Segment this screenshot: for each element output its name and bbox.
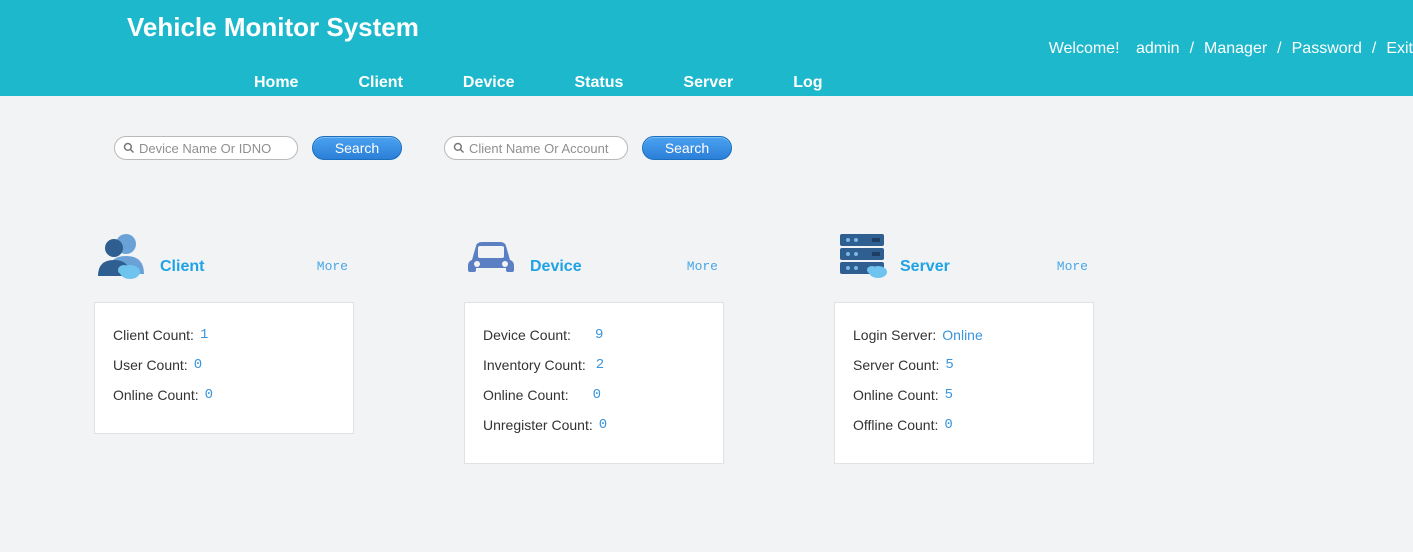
- nav-log[interactable]: Log: [793, 74, 822, 92]
- client-online-value: 0: [205, 387, 213, 403]
- user-bar: Welcome! admin / Manager / Password / Ex…: [1049, 40, 1413, 58]
- client-online-label: Online Count:: [113, 387, 199, 403]
- welcome-text: Welcome!: [1049, 40, 1120, 58]
- password-link[interactable]: Password: [1292, 40, 1362, 58]
- server-online-value: 5: [945, 387, 953, 403]
- offline-count-label: Offline Count:: [853, 417, 938, 433]
- client-search-button[interactable]: Search: [642, 136, 732, 160]
- inventory-count-row: Inventory Count: 2: [483, 357, 705, 373]
- client-count-row: Client Count: 1: [113, 327, 335, 343]
- people-icon: [94, 228, 148, 282]
- unregister-count-label: Unregister Count:: [483, 417, 593, 433]
- device-online-value: 0: [593, 387, 601, 403]
- header: Vehicle Monitor System Welcome! admin / …: [0, 0, 1413, 96]
- login-server-value: Online: [942, 327, 982, 343]
- device-more-link[interactable]: More: [687, 259, 718, 274]
- search-icon: [123, 142, 135, 154]
- device-count-label: Device Count:: [483, 327, 571, 343]
- server-online-label: Online Count:: [853, 387, 939, 403]
- exit-link[interactable]: Exit: [1386, 40, 1413, 58]
- nav-device[interactable]: Device: [463, 74, 515, 92]
- inventory-count-label: Inventory Count:: [483, 357, 586, 373]
- device-search-input[interactable]: [139, 141, 289, 156]
- server-card-header: Server More: [834, 224, 1094, 282]
- server-online-row: Online Count: 5: [853, 387, 1075, 403]
- client-search-pill[interactable]: [444, 136, 628, 160]
- client-card: Client More Client Count: 1 User Count: …: [94, 224, 354, 464]
- server-icon: [834, 228, 888, 282]
- server-card: Server More Login Server: Online Server …: [834, 224, 1094, 464]
- separator: /: [1372, 40, 1376, 58]
- server-count-label: Server Count:: [853, 357, 939, 373]
- inventory-count-value: 2: [596, 357, 604, 373]
- app-title: Vehicle Monitor System: [127, 12, 419, 43]
- search-icon: [453, 142, 465, 154]
- device-online-row: Online Count: 0: [483, 387, 705, 403]
- car-icon: [464, 228, 518, 282]
- search-row: Search Search: [0, 96, 1413, 160]
- main-nav: Home Client Device Status Server Log: [254, 74, 823, 92]
- nav-status[interactable]: Status: [575, 74, 624, 92]
- unregister-count-row: Unregister Count: 0: [483, 417, 705, 433]
- device-online-label: Online Count:: [483, 387, 569, 403]
- nav-home[interactable]: Home: [254, 74, 298, 92]
- nav-server[interactable]: Server: [683, 74, 733, 92]
- device-card-title: Device: [530, 258, 582, 282]
- nav-client[interactable]: Client: [358, 74, 402, 92]
- client-online-row: Online Count: 0: [113, 387, 335, 403]
- device-count-row: Device Count: 9: [483, 327, 705, 343]
- separator: /: [1190, 40, 1194, 58]
- user-count-value: 0: [194, 357, 202, 373]
- offline-count-row: Offline Count: 0: [853, 417, 1075, 433]
- device-count-value: 9: [595, 327, 603, 343]
- server-count-value: 5: [945, 357, 953, 373]
- client-count-label: Client Count:: [113, 327, 194, 343]
- client-more-link[interactable]: More: [317, 259, 348, 274]
- server-count-row: Server Count: 5: [853, 357, 1075, 373]
- client-card-title: Client: [160, 258, 204, 282]
- client-search-input[interactable]: [469, 141, 619, 156]
- server-card-title: Server: [900, 258, 950, 282]
- manager-link[interactable]: Manager: [1204, 40, 1267, 58]
- login-server-label: Login Server:: [853, 327, 936, 343]
- device-search-button[interactable]: Search: [312, 136, 402, 160]
- user-name[interactable]: admin: [1136, 40, 1180, 58]
- user-count-row: User Count: 0: [113, 357, 335, 373]
- device-card-body: Device Count: 9 Inventory Count: 2 Onlin…: [464, 302, 724, 464]
- offline-count-value: 0: [944, 417, 952, 433]
- login-server-row: Login Server: Online: [853, 327, 1075, 343]
- device-card-header: Device More: [464, 224, 724, 282]
- separator: /: [1277, 40, 1281, 58]
- unregister-count-value: 0: [599, 417, 607, 433]
- client-card-header: Client More: [94, 224, 354, 282]
- client-card-body: Client Count: 1 User Count: 0 Online Cou…: [94, 302, 354, 434]
- user-count-label: User Count:: [113, 357, 188, 373]
- server-card-body: Login Server: Online Server Count: 5 Onl…: [834, 302, 1094, 464]
- dashboard-cards: Client More Client Count: 1 User Count: …: [0, 160, 1413, 464]
- server-more-link[interactable]: More: [1057, 259, 1088, 274]
- device-card: Device More Device Count: 9 Inventory Co…: [464, 224, 724, 464]
- client-count-value: 1: [200, 327, 208, 343]
- device-search-pill[interactable]: [114, 136, 298, 160]
